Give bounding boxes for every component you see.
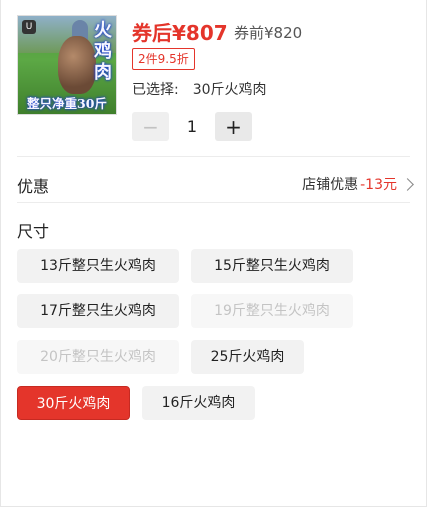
image-turkey xyxy=(58,36,96,94)
quantity-value[interactable]: 1 xyxy=(169,117,215,136)
promo-label: 店铺优惠 xyxy=(302,177,359,193)
selected-summary: 已选择: 30斤火鸡肉 xyxy=(132,79,267,99)
size-option-16jin[interactable]: 16斤火鸡肉 xyxy=(142,386,255,420)
quantity-stepper: − 1 + xyxy=(132,112,252,141)
discount-tag: 2件9.5折 xyxy=(132,48,195,70)
sku-panel: U 火鸡肉 整只净重30斤 券后¥807 券前¥820 2件9.5折 已选择: 3… xyxy=(0,0,427,507)
promo-amount: -13元 xyxy=(360,177,397,193)
price-before-coupon: 券前¥820 xyxy=(234,24,303,42)
size-option-25jin[interactable]: 25斤火鸡肉 xyxy=(191,340,304,374)
divider xyxy=(17,156,410,157)
image-side-text: 火鸡肉 xyxy=(94,20,112,83)
size-title: 尺寸 xyxy=(17,222,50,241)
size-option-13jin-whole[interactable]: 13斤整只生火鸡肉 xyxy=(17,249,179,283)
promo-row-link[interactable]: 店铺优惠 -13元 xyxy=(302,174,414,194)
size-option-19jin-whole: 19斤整只生火鸡肉 xyxy=(191,294,353,328)
increase-button[interactable]: + xyxy=(215,112,252,141)
chevron-right-icon xyxy=(401,177,414,191)
price-after-coupon: 券后¥807 xyxy=(132,21,228,45)
image-logo-icon: U xyxy=(22,20,36,34)
image-bottom-text: 整只净重30斤 xyxy=(27,96,107,111)
decrease-button[interactable]: − xyxy=(132,112,169,141)
size-option-20jin-whole: 20斤整只生火鸡肉 xyxy=(17,340,179,374)
size-option-30jin-selected[interactable]: 30斤火鸡肉 xyxy=(17,386,130,420)
product-image: U 火鸡肉 整只净重30斤 xyxy=(17,15,117,115)
selected-value: 30斤火鸡肉 xyxy=(192,82,267,98)
selected-label: 已选择: xyxy=(132,82,179,98)
divider xyxy=(17,202,410,203)
size-option-15jin-whole[interactable]: 15斤整只生火鸡肉 xyxy=(191,249,353,283)
promo-title: 优惠 xyxy=(17,177,50,196)
size-option-17jin-whole[interactable]: 17斤整只生火鸡肉 xyxy=(17,294,179,328)
